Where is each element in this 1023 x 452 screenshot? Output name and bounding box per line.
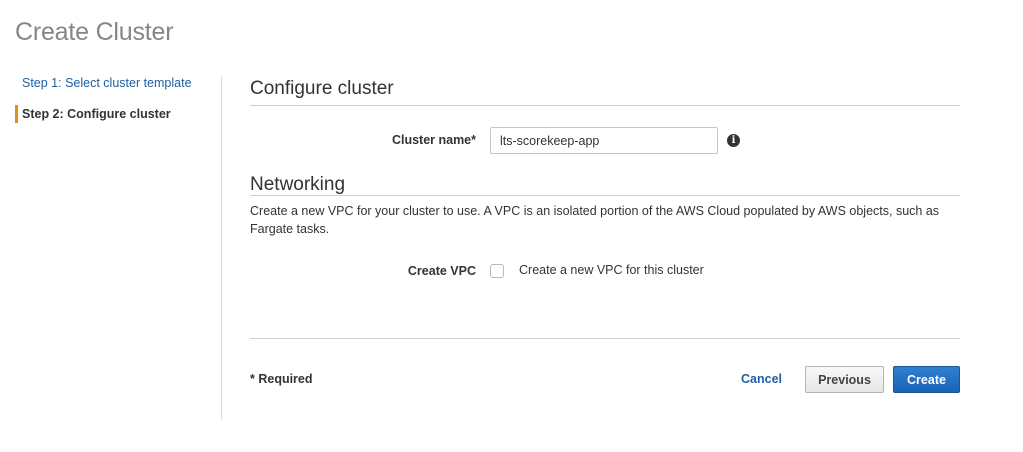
sidebar-step-select-template[interactable]: Step 1: Select cluster template	[15, 74, 215, 92]
configure-section-divider	[250, 105, 960, 106]
cluster-name-label: Cluster name*	[391, 133, 476, 147]
footer-divider	[250, 338, 960, 339]
wizard-steps-sidebar: Step 1: Select cluster template Step 2: …	[15, 74, 215, 123]
create-vpc-checkbox-label[interactable]: Create a new VPC for this cluster	[519, 263, 704, 277]
sidebar-step-configure-cluster: Step 2: Configure cluster	[15, 105, 215, 123]
networking-heading: Networking	[250, 174, 346, 195]
create-vpc-label: Create VPC	[407, 264, 476, 278]
page-title: Create Cluster	[15, 18, 174, 46]
info-circle-icon[interactable]: i	[727, 134, 740, 147]
configure-cluster-heading: Configure cluster	[250, 78, 394, 99]
cancel-link[interactable]: Cancel	[741, 372, 782, 386]
networking-section-divider	[250, 195, 960, 196]
cluster-name-input[interactable]	[490, 127, 718, 154]
create-vpc-checkbox[interactable]	[490, 264, 504, 278]
networking-description: Create a new VPC for your cluster to use…	[250, 204, 940, 236]
sidebar-divider	[221, 76, 222, 420]
previous-button[interactable]: Previous	[805, 366, 884, 393]
required-note: * Required	[250, 372, 313, 386]
create-button[interactable]: Create	[893, 366, 960, 393]
